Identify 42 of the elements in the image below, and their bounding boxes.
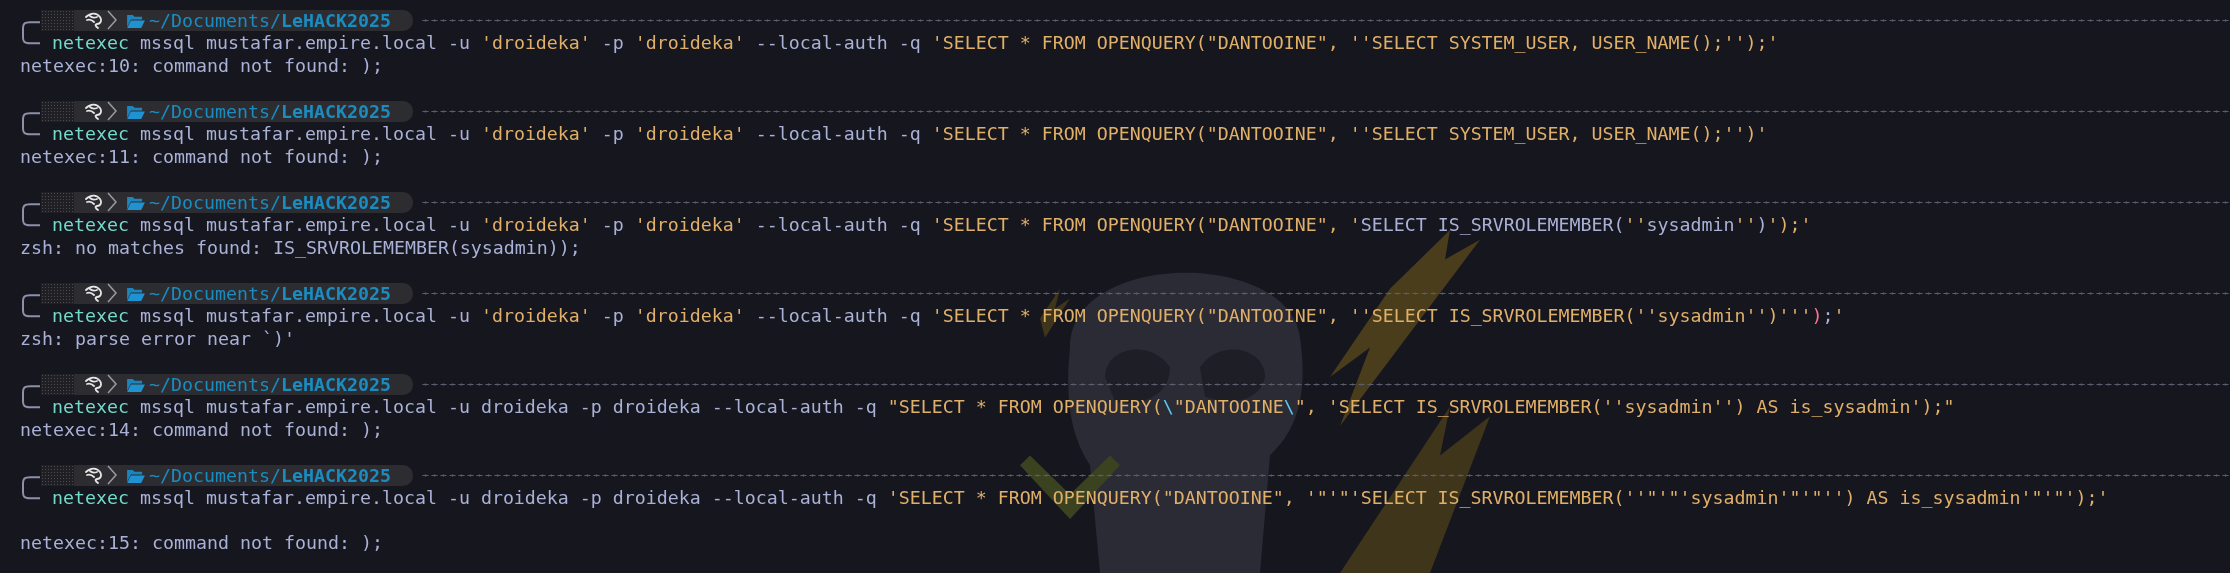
dither-pattern bbox=[41, 191, 74, 213]
folder-icon bbox=[127, 194, 145, 210]
dither-pattern bbox=[41, 464, 74, 486]
dragon-icon bbox=[84, 284, 104, 303]
output-line: zsh: no matches found: IS_SRVROLEMEMBER(sysadmin)); bbox=[20, 236, 581, 260]
dragon-icon bbox=[84, 466, 104, 485]
prompt-path: ~/Documents/LeHACK2025 bbox=[149, 464, 391, 486]
command-line: netexec mssql mustafar.empire.local -u 'droideka' -p 'droideka' --local-auth -q 'SELECT * FROM OPENQUERY("DANTOOINE", ''SELECT SYSTEM_USER, USER_NAME();'');' bbox=[51, 31, 1780, 55]
folder-icon bbox=[127, 103, 145, 119]
prompt-path: ~/Documents/LeHACK2025 bbox=[149, 9, 391, 31]
chevron-icon bbox=[107, 465, 117, 486]
prompt-path: ~/Documents/LeHACK2025 bbox=[149, 373, 391, 395]
output-line: netexec:11: command not found: ); bbox=[20, 145, 383, 169]
folder-icon bbox=[127, 285, 145, 301]
chevron-icon bbox=[107, 101, 117, 122]
dragon-icon bbox=[84, 102, 104, 121]
output-line: netexec:10: command not found: ); bbox=[20, 54, 383, 78]
command-line: netexec mssql mustafar.empire.local -u droideka -p droideka --local-auth -q 'SELECT * FROM OPENQUERY("DANTOOINE", '"'"'SELECT IS_SRVROLEMEMBER(''"'"'sysadmin'"'"'') AS is_sysadmin'"'"');' bbox=[51, 486, 2110, 510]
prompt-path: ~/Documents/LeHACK2025 bbox=[149, 100, 391, 122]
dither-pattern bbox=[41, 282, 74, 304]
chevron-icon bbox=[107, 374, 117, 395]
dragon-icon bbox=[84, 11, 104, 30]
command-line: netexec mssql mustafar.empire.local -u 'droideka' -p 'droideka' --local-auth -q 'SELECT * FROM OPENQUERY("DANTOOINE", 'SELECT IS_SRVROLEMEMBER(''sysadmin'')');' bbox=[51, 213, 1813, 237]
command-line: netexec mssql mustafar.empire.local -u 'droideka' -p 'droideka' --local-auth -q 'SELECT * FROM OPENQUERY("DANTOOINE", ''SELECT IS_SRVROLEMEMBER(''sysadmin'')''');' bbox=[51, 304, 1846, 328]
chevron-icon bbox=[107, 283, 117, 304]
dither-pattern bbox=[41, 9, 74, 31]
folder-icon bbox=[127, 376, 145, 392]
dragon-icon bbox=[84, 375, 104, 394]
chevron-icon bbox=[107, 10, 117, 31]
dither-pattern bbox=[41, 100, 74, 122]
chevron-icon bbox=[107, 192, 117, 213]
prompt-path: ~/Documents/LeHACK2025 bbox=[149, 282, 391, 304]
command-line: netexec mssql mustafar.empire.local -u 'droideka' -p 'droideka' --local-auth -q 'SELECT * FROM OPENQUERY("DANTOOINE", ''SELECT SYSTEM_USER, USER_NAME();'')' bbox=[51, 122, 1769, 146]
folder-icon bbox=[127, 12, 145, 28]
output-line: netexec:15: command not found: ); bbox=[20, 531, 383, 555]
folder-icon bbox=[127, 467, 145, 483]
output-line: zsh: parse error near `)' bbox=[20, 327, 295, 351]
dither-pattern bbox=[41, 373, 74, 395]
command-line: netexec mssql mustafar.empire.local -u droideka -p droideka --local-auth -q "SELECT * FROM OPENQUERY(\"DANTOOINE\", 'SELECT IS_SRVROLEMEMBER(''sysadmin'') AS is_sysadmin');" bbox=[51, 395, 1956, 419]
output-line: netexec:14: command not found: ); bbox=[20, 418, 383, 442]
prompt-path: ~/Documents/LeHACK2025 bbox=[149, 191, 391, 213]
dragon-icon bbox=[84, 193, 104, 212]
